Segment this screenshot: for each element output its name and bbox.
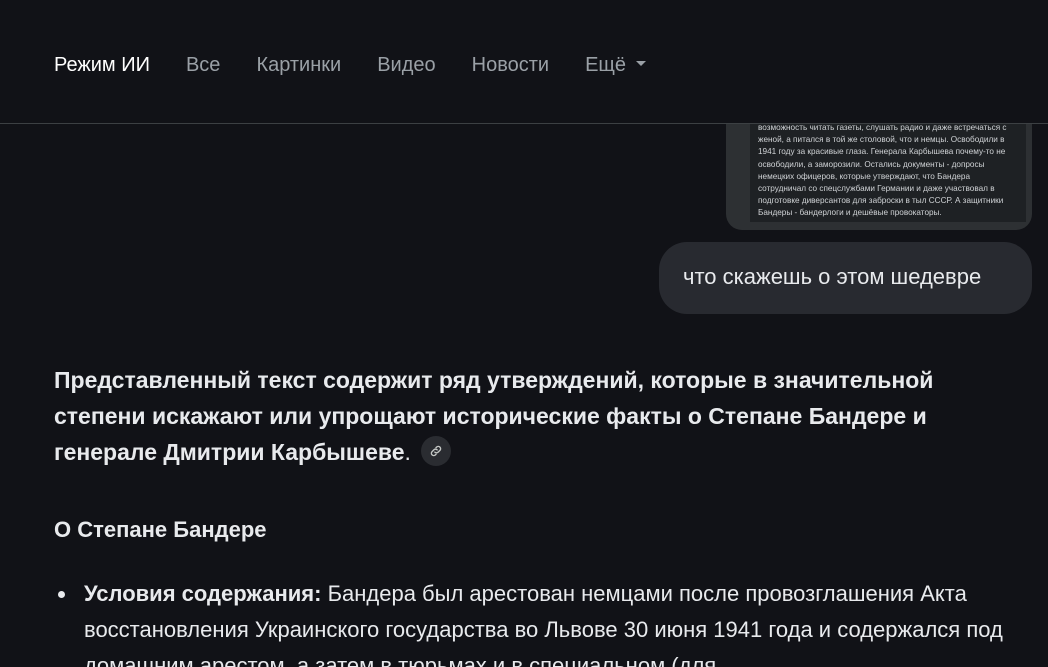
section-heading: О Степане Бандере (54, 517, 267, 542)
bullet-list: Условия содержания: Бандера был арестова… (54, 576, 1004, 667)
tab-all[interactable]: Все (186, 52, 220, 78)
search-tabs: Режим ИИ Все Картинки Видео Новости Ещё (54, 52, 682, 78)
tab-news[interactable]: Новости (472, 52, 549, 78)
link-icon[interactable] (420, 435, 451, 466)
tab-more[interactable]: Ещё (585, 52, 646, 78)
tab-more-label: Ещё (585, 54, 626, 76)
answer-intro-end: . (404, 439, 411, 465)
chevron-down-icon (635, 61, 646, 67)
attached-image-text: возможность читать газеты, слушать радио… (750, 124, 1026, 222)
ai-answer-intro: Представленный текст содержит ряд утверж… (54, 362, 994, 470)
list-item: Условия содержания: Бандера был арестова… (54, 576, 1004, 667)
answer-intro-text: Представленный текст содержит ряд утверж… (54, 367, 934, 465)
tab-ai-mode[interactable]: Режим ИИ (54, 52, 150, 78)
bullet-dot-icon (58, 591, 65, 598)
tab-video[interactable]: Видео (377, 52, 435, 78)
bullet-label: Условия содержания: (84, 581, 322, 606)
user-message-bubble: что скажешь о этом шедевре (659, 242, 1032, 314)
chat-content[interactable]: возможность читать газеты, слушать радио… (0, 124, 1048, 667)
tab-images[interactable]: Картинки (256, 52, 341, 78)
top-navigation-bar: Режим ИИ Все Картинки Видео Новости Ещё (0, 0, 1048, 124)
attached-image-card[interactable]: возможность читать газеты, слушать радио… (726, 124, 1032, 230)
